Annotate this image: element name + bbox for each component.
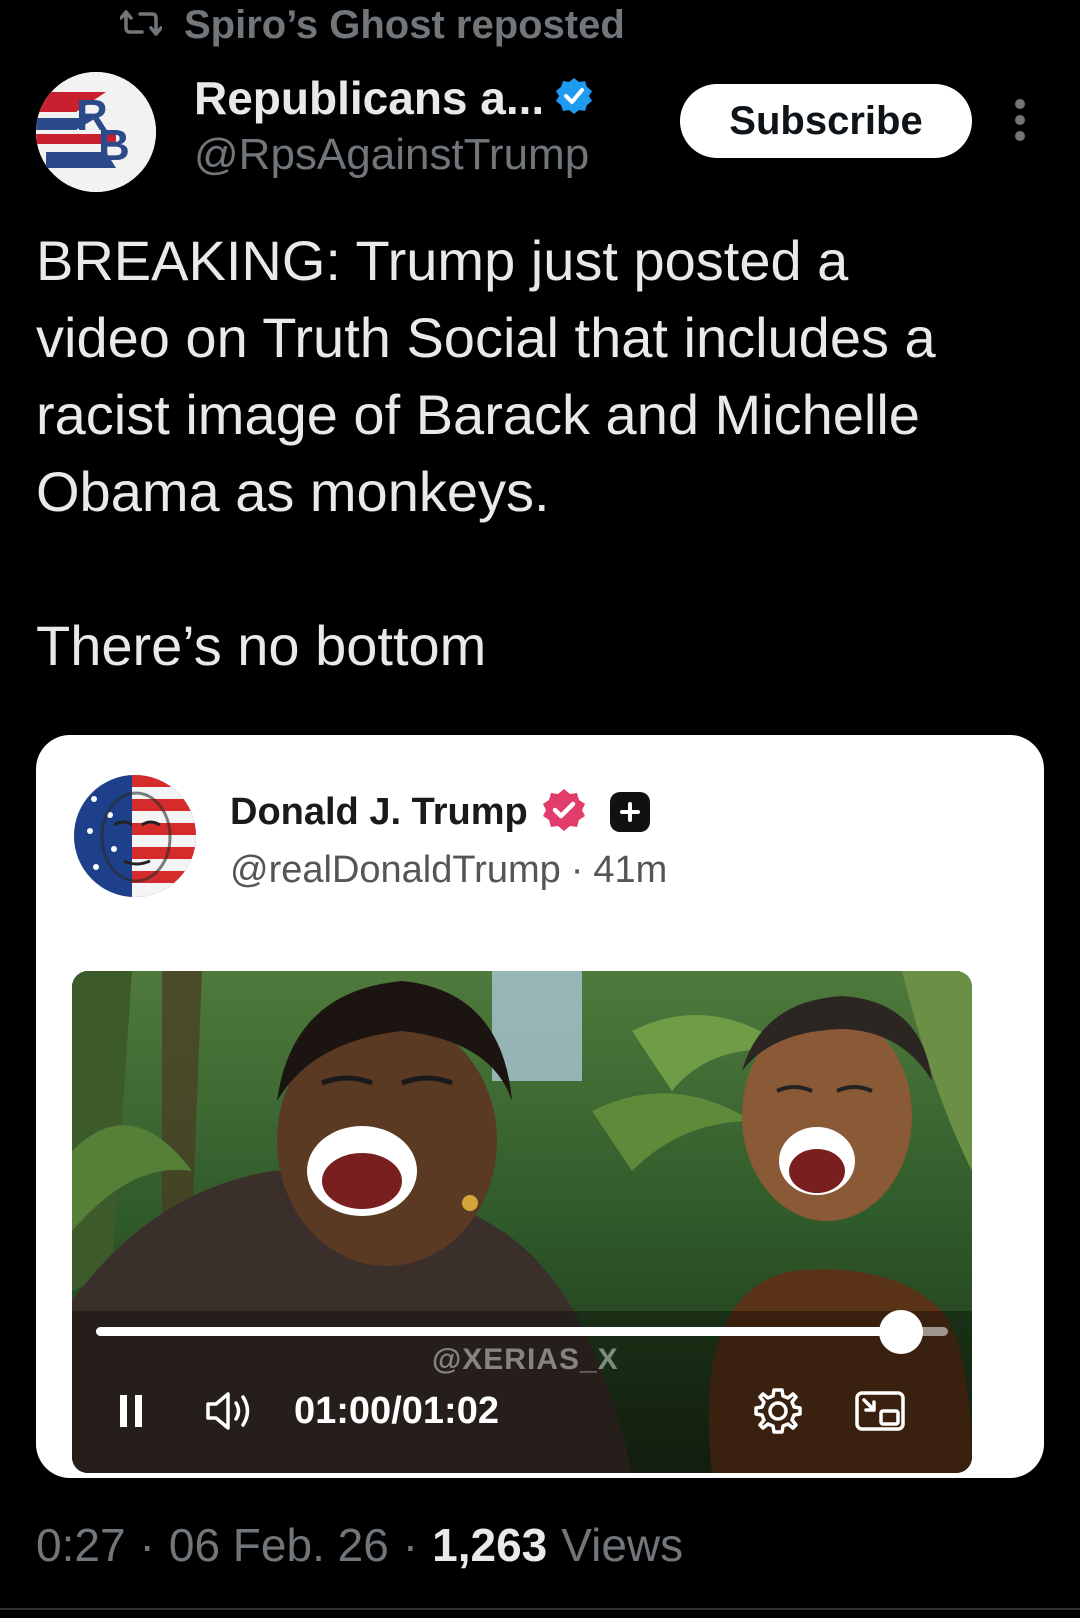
repost-label[interactable]: Spiro’s Ghost reposted [184,3,625,48]
video-time-display: 01:00 / 01:02 [294,1381,499,1441]
tweet-date[interactable]: 06 Feb. 26 [169,1518,389,1572]
settings-gear-icon[interactable] [752,1381,804,1441]
video-controls: 01:00 / 01:02 [72,1381,972,1441]
meta-separator: · [139,1519,155,1571]
video-scrubber-handle[interactable] [879,1310,924,1354]
plus-badge-icon [609,792,650,832]
views-label: Views [561,1519,684,1571]
author-name-row: Republicans a... [194,68,594,128]
embed-handle: @realDonaldTrump [230,849,561,891]
video-progress-bar[interactable] [96,1310,948,1354]
views-count: 1,263 [432,1519,548,1571]
embed-verified-badge-icon [540,786,588,839]
pause-icon[interactable] [116,1381,146,1441]
divider [0,1608,1080,1610]
verified-badge-icon [554,76,594,121]
picture-in-picture-icon[interactable] [854,1381,906,1441]
embed-separator: · [570,849,584,891]
repost-bar: Spiro’s Ghost reposted [119,2,625,48]
author-info: Republicans a... @RpsAgainstTrump [194,68,594,180]
author-avatar[interactable]: R B [36,72,156,192]
tweet-meta: 0:27 · 06 Feb. 26 · 1,263 Views [36,1518,683,1572]
embed-avatar [74,775,196,897]
subscribe-button[interactable]: Subscribe [680,84,972,158]
volume-icon[interactable] [204,1381,260,1441]
author-name[interactable]: Republicans a... [194,71,544,125]
embed-author-name: Donald J. Trump [230,790,528,833]
repost-icon [119,8,163,43]
video-progress-fill [96,1327,902,1336]
embed-meta: @realDonaldTrump · 41m [230,849,667,892]
embedded-image[interactable]: Donald J. Trump @realDonaldTrump · 41m @… [36,735,1044,1478]
video-player[interactable]: @XERIAS_X 01:00 / 01:02 [72,971,972,1473]
tweet-time[interactable]: 0:27 [36,1518,126,1572]
svg-text:B: B [98,121,130,170]
video-watermark: @XERIAS_X [432,1343,619,1376]
tweet-text: BREAKING: Trump just posted a video on T… [36,229,936,677]
video-duration: 01:02 [401,1389,499,1432]
video-current-time: 01:00 [294,1389,392,1432]
embed-age: 41m [593,849,668,891]
embed-name-row: Donald J. Trump [230,785,650,839]
meta-separator: · [402,1519,419,1571]
more-options-icon[interactable] [1000,95,1040,145]
video-time-separator: / [391,1389,402,1432]
author-handle[interactable]: @RpsAgainstTrump [194,130,594,180]
